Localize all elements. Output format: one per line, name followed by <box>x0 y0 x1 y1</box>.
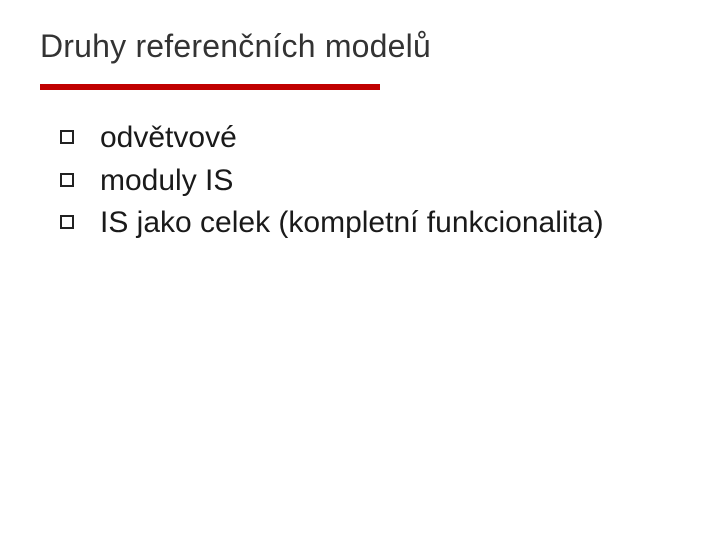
slide-title: Druhy referenčních modelů <box>40 28 431 65</box>
list-item: IS jako celek (kompletní funkcionalita) <box>60 203 680 244</box>
square-bullet-icon <box>60 130 74 144</box>
list-item-text: odvětvové <box>100 118 680 159</box>
list-item: moduly IS <box>60 161 680 202</box>
slide: Druhy referenčních modelů odvětvové modu… <box>0 0 720 540</box>
list-item-text: IS jako celek (kompletní funkcionalita) <box>100 203 680 244</box>
bullet-list: odvětvové moduly IS IS jako celek (kompl… <box>60 118 680 246</box>
list-item-text: moduly IS <box>100 161 680 202</box>
square-bullet-icon <box>60 173 74 187</box>
list-item: odvětvové <box>60 118 680 159</box>
title-underline <box>40 84 380 90</box>
square-bullet-icon <box>60 215 74 229</box>
